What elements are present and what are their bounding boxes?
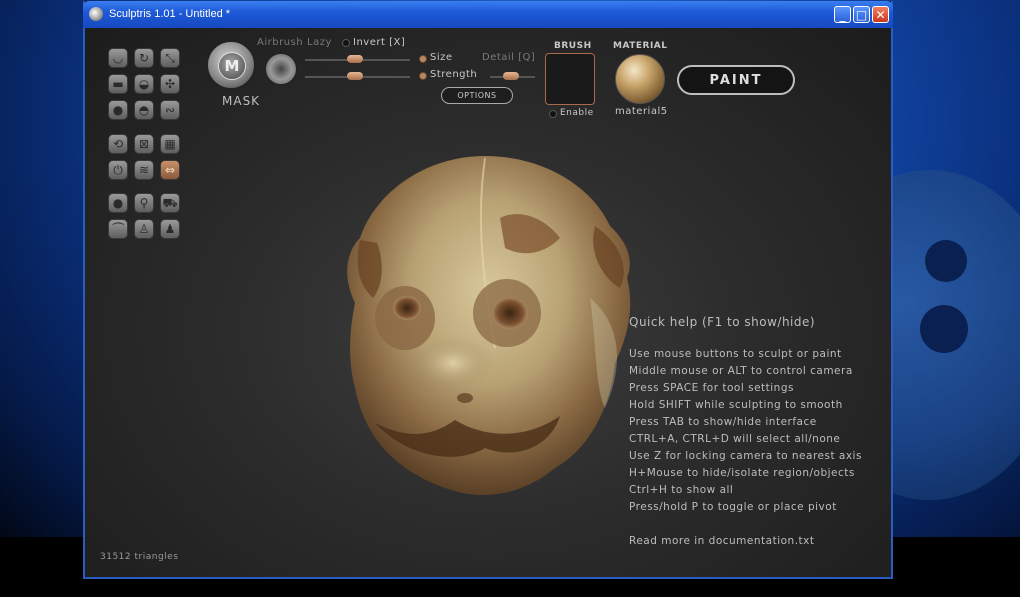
smooth-icon[interactable]: ∾ [160,100,180,120]
options-button[interactable]: OPTIONS [441,87,513,104]
figure-icon[interactable]: ♟ [160,219,180,239]
brush-texture-slot[interactable] [545,53,595,105]
help-line: H+Mouse to hide/isolate region/objects [629,467,855,479]
close-button[interactable]: ✕ [872,6,889,23]
help-line: Use mouse buttons to sculpt or paint [629,348,842,360]
draw-icon[interactable]: ● [108,100,128,120]
pinch-icon[interactable]: ✣ [160,74,180,94]
symmetry-icon[interactable]: ⟲ [108,134,128,154]
body-icon[interactable]: ♙ [134,219,154,239]
inflate-icon[interactable]: ◒ [134,74,154,94]
app-icon [89,7,103,21]
mask-label: MASK [222,94,261,108]
detail-slider-knob[interactable] [503,72,519,80]
help-line: Press SPACE for tool settings [629,382,794,394]
flatten-icon[interactable]: ▬ [108,74,128,94]
size-slider-knob[interactable] [347,55,363,63]
size-indicator [419,55,427,63]
help-line: CTRL+A, CTRL+D will select all/none [629,433,841,445]
size-label: Size [430,52,453,63]
enable-indicator[interactable] [549,110,557,118]
mirror-icon[interactable]: ⇔ [160,160,180,180]
lazy-toggle[interactable]: Lazy [307,37,332,48]
maximize-button[interactable]: □ [853,6,870,23]
help-documentation-link: Read more in documentation.txt [629,535,815,547]
window-title: Sculptris 1.01 - Untitled * [109,8,231,20]
material-preview[interactable] [615,54,665,104]
help-line: Use Z for locking camera to nearest axis [629,450,862,462]
strength-indicator [419,72,427,80]
invert-toggle[interactable]: Invert [X] [353,37,405,48]
strength-slider-knob[interactable] [347,72,363,80]
crease-icon[interactable]: ◡ [108,48,128,68]
help-title: Quick help (F1 to show/hide) [629,315,816,329]
sculpt-model[interactable] [335,148,645,508]
material-name: material5 [615,106,668,117]
mask-icon: M [218,52,246,80]
strength-label: Strength [430,69,478,80]
window-titlebar[interactable]: Sculptris 1.01 - Untitled * _ □ ✕ [83,1,893,28]
material-title: MATERIAL [613,41,668,51]
mask-button[interactable]: M [206,40,256,90]
minimize-button[interactable]: _ [834,6,851,23]
scale-icon[interactable]: ⤡ [160,48,180,68]
rotate-icon[interactable]: ↻ [134,48,154,68]
detail-label: Detail [Q] [482,52,536,63]
stand-icon[interactable]: ⏜ [108,219,128,239]
sculptris-window: Sculptris 1.01 - Untitled * _ □ ✕ ◡ ↻ ⤡ … [83,1,893,579]
bike-icon[interactable]: ⚲ [134,193,154,213]
paint-button[interactable]: PAINT [677,65,795,95]
car-icon[interactable]: ⛟ [160,193,180,213]
invert-indicator[interactable] [342,39,350,47]
viewport-canvas[interactable]: ◡ ↻ ⤡ ▬ ◒ ✣ ● ◓ ∾ ⟲ ⊠ ▦ ⏻ ≋ ⇔ ● ⚲ ⛟ ⏜ ♙ … [85,28,891,577]
brush-stroke-icon[interactable] [265,53,297,85]
enable-toggle[interactable]: Enable [560,108,594,118]
grab-icon[interactable]: ◓ [134,100,154,120]
wave-icon[interactable]: ≋ [134,160,154,180]
triangle-count: 31512 triangles [100,552,179,562]
help-line: Ctrl+H to show all [629,484,734,496]
desktop-wallpaper-dot [920,305,968,353]
brush-title: BRUSH [554,41,592,51]
grid-icon[interactable]: ▦ [160,134,180,154]
help-line: Hold SHIFT while sculpting to smooth [629,399,843,411]
sphere-icon[interactable]: ● [108,193,128,213]
wireframe-icon[interactable]: ⊠ [134,134,154,154]
airbrush-toggle[interactable]: Airbrush [257,37,303,48]
desktop-wallpaper-dot [925,240,967,282]
power-icon[interactable]: ⏻ [108,160,128,180]
help-line: Middle mouse or ALT to control camera [629,365,853,377]
help-line: Press TAB to show/hide interface [629,416,817,428]
help-line: Press/hold P to toggle or place pivot [629,501,837,513]
